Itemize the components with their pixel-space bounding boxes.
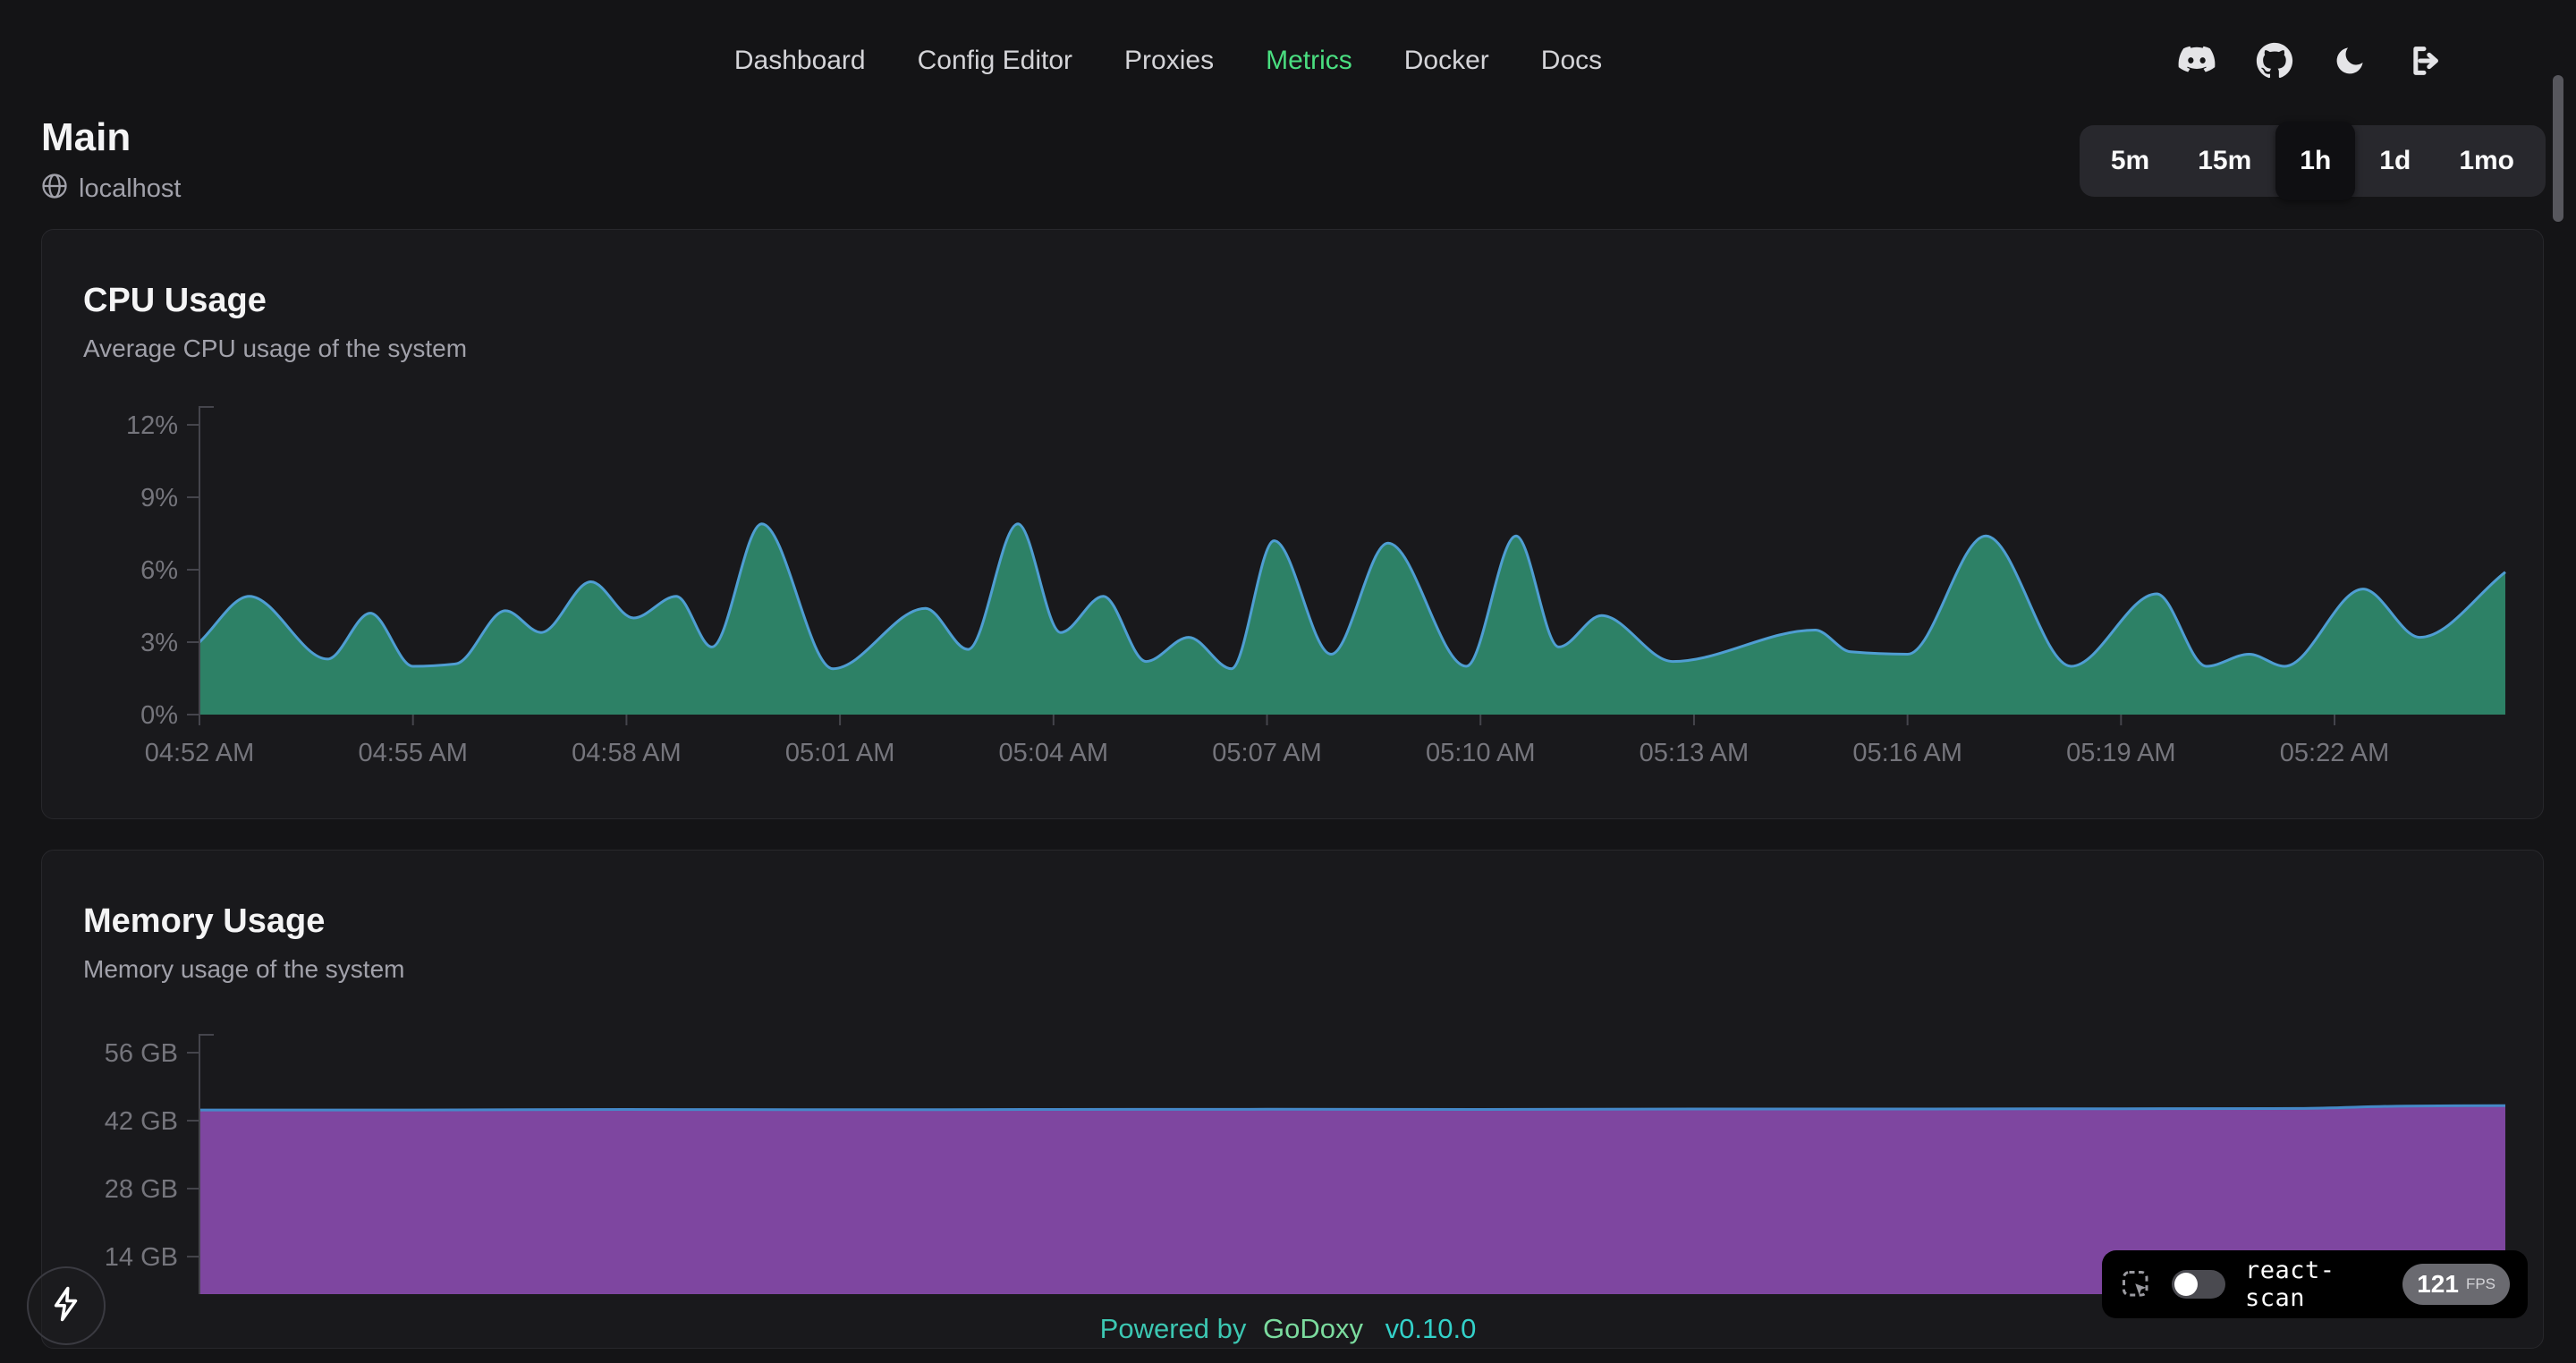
nav-item-docs[interactable]: Docs [1541,46,1602,76]
godoxy-brand-link[interactable]: GoDoxy [1263,1313,1363,1344]
host-row: localhost [41,173,181,207]
react-scan-widget: react-scan 121 FPS [2102,1250,2528,1318]
memory-card-subtitle: Memory usage of the system [83,955,2502,984]
time-range-selector: 5m 15m 1h 1d 1mo [2080,125,2546,197]
nav-item-config-editor[interactable]: Config Editor [918,46,1072,76]
svg-text:05:10 AM: 05:10 AM [1426,739,1536,767]
svg-text:04:52 AM: 04:52 AM [145,739,255,767]
top-nav: Dashboard Config Editor Proxies Metrics … [734,0,1602,122]
nav-item-docker[interactable]: Docker [1404,46,1489,76]
page-title: Main [41,114,181,162]
time-range-1mo[interactable]: 1mo [2435,125,2538,197]
time-range-1d[interactable]: 1d [2355,125,2435,197]
svg-text:3%: 3% [140,629,178,657]
memory-card-title: Memory Usage [83,902,2502,941]
cpu-card-header: CPU Usage Average CPU usage of the syste… [42,230,2543,363]
cpu-card-title: CPU Usage [83,282,2502,320]
toggle-knob [2174,1273,2198,1296]
svg-text:04:58 AM: 04:58 AM [572,739,682,767]
github-icon[interactable] [2256,42,2293,80]
inspect-icon[interactable] [2120,1268,2152,1300]
cpu-usage-chart: 0% 3% 6% 9% 12% 04:52 AM 04:55 AM 04:58 AM 05:01… [42,394,2543,788]
scrollbar-thumb[interactable] [2553,75,2563,222]
svg-text:6%: 6% [140,556,178,585]
react-scan-label: react-scan [2245,1257,2383,1312]
page-heading: Main localhost [41,114,181,207]
powered-by-text: Powered by [1100,1313,1247,1344]
svg-text:04:55 AM: 04:55 AM [358,739,468,767]
host-label: localhost [79,174,181,204]
fps-badge: 121 FPS [2402,1264,2510,1305]
memory-card-header: Memory Usage Memory usage of the system [42,851,2543,984]
svg-text:05:07 AM: 05:07 AM [1212,739,1322,767]
svg-text:56 GB: 56 GB [105,1039,178,1068]
fps-unit: FPS [2466,1275,2496,1293]
time-range-5m[interactable]: 5m [2087,125,2174,197]
cpu-card-subtitle: Average CPU usage of the system [83,334,2502,363]
time-range-15m[interactable]: 15m [2174,125,2275,197]
globe-icon [41,173,68,207]
svg-text:05:04 AM: 05:04 AM [999,739,1109,767]
discord-icon[interactable] [2177,46,2216,76]
svg-text:42 GB: 42 GB [105,1107,178,1136]
svg-text:05:13 AM: 05:13 AM [1640,739,1750,767]
svg-text:9%: 9% [140,484,178,512]
nav-item-proxies[interactable]: Proxies [1124,46,1214,76]
svg-text:28 GB: 28 GB [105,1175,178,1204]
fps-value: 121 [2417,1270,2459,1299]
svg-text:05:01 AM: 05:01 AM [785,739,895,767]
cpu-usage-card: CPU Usage Average CPU usage of the syste… [41,229,2544,819]
svg-text:0%: 0% [140,701,178,730]
svg-text:05:16 AM: 05:16 AM [1852,739,1962,767]
svg-text:05:22 AM: 05:22 AM [2280,739,2390,767]
svg-text:14 GB: 14 GB [105,1243,178,1272]
zap-button[interactable] [27,1266,106,1345]
svg-text:05:19 AM: 05:19 AM [2066,739,2176,767]
react-scan-toggle[interactable] [2172,1270,2225,1299]
version-text: v0.10.0 [1385,1313,1477,1344]
nav-item-metrics[interactable]: Metrics [1266,46,1352,76]
time-range-1h[interactable]: 1h [2275,122,2355,200]
svg-text:12%: 12% [126,411,178,440]
header-icons [2177,0,2442,122]
moon-icon[interactable] [2333,44,2367,78]
zap-icon [47,1285,85,1327]
logout-icon[interactable] [2406,43,2442,79]
nav-item-dashboard[interactable]: Dashboard [734,46,866,76]
